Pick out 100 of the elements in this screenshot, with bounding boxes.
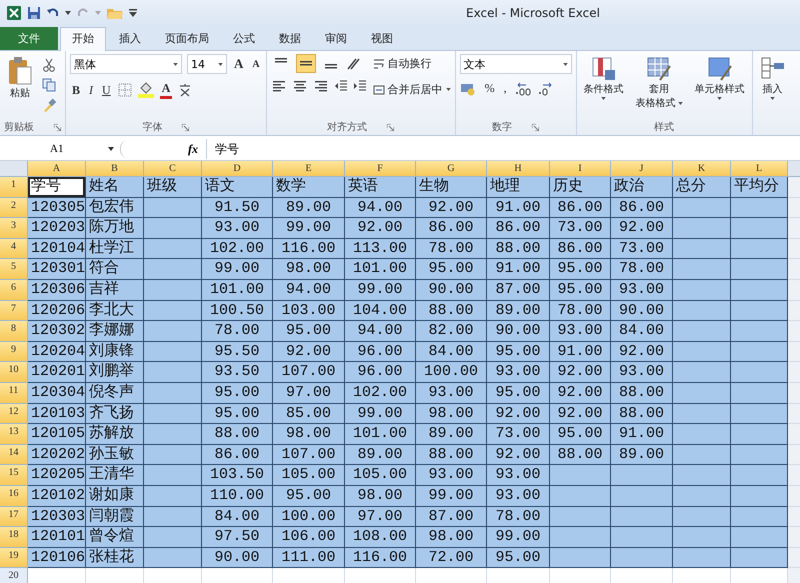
column-header[interactable]: J <box>611 161 673 177</box>
row-header[interactable]: 7 <box>0 300 28 322</box>
row-header[interactable]: 6 <box>0 280 28 301</box>
font-name-dropdown[interactable]: 黑体 <box>70 54 182 74</box>
cell-styles-button[interactable]: 单元格样式 <box>692 54 748 102</box>
column-header[interactable]: B <box>86 161 144 177</box>
table-cell: 120105 <box>28 424 86 445</box>
ribbon-tab[interactable]: 审阅 <box>314 28 358 50</box>
row-header[interactable]: 10 <box>0 362 28 383</box>
row-header[interactable]: 3 <box>0 218 28 239</box>
table-cell: 120305 <box>28 198 86 218</box>
grow-font-button[interactable]: A <box>232 56 246 72</box>
table-cell: 99.00 <box>345 404 416 424</box>
table-cell: 政治 <box>611 177 673 198</box>
table-cell: 陈万地 <box>86 218 144 239</box>
table-cell: 91.00 <box>550 342 611 362</box>
table-cell: 100.50 <box>202 300 273 322</box>
row-header[interactable]: 15 <box>0 465 28 486</box>
percent-button[interactable]: % <box>482 81 497 96</box>
table-cell: 116.00 <box>273 238 345 260</box>
row-header[interactable]: 13 <box>0 424 28 445</box>
table-cell: 98.00 <box>273 424 345 445</box>
conditional-format-button[interactable]: 条件格式 <box>580 54 627 102</box>
table-cell: 95.00 <box>487 342 550 362</box>
table-cell: 语文 <box>202 177 273 198</box>
row-header[interactable]: 11 <box>0 382 28 404</box>
row-header[interactable]: 5 <box>0 259 28 280</box>
column-header[interactable]: L <box>731 161 788 177</box>
table-cell: 116.00 <box>345 548 416 568</box>
row-header[interactable]: 8 <box>0 321 28 342</box>
ribbon-tab[interactable]: 数据 <box>268 28 312 50</box>
table-cell: 88.00 <box>611 404 673 424</box>
row-header[interactable]: 1 <box>0 177 28 198</box>
paste-button[interactable]: 粘贴 <box>4 54 36 102</box>
table-cell: 104.00 <box>345 300 416 322</box>
ribbon-tab[interactable]: 视图 <box>360 28 404 50</box>
table-cell: 95.00 <box>273 321 345 342</box>
row-header[interactable]: 16 <box>0 486 28 506</box>
formula-field[interactable]: 学号 <box>206 139 800 159</box>
ribbon-tab[interactable]: 公式 <box>222 28 266 50</box>
table-cell: 数学 <box>273 177 345 198</box>
table-cell: 86.00 <box>550 238 611 260</box>
table-cell: 李北大 <box>86 300 144 322</box>
insert-cells-button[interactable]: 插入 <box>756 54 789 102</box>
column-header[interactable]: C <box>144 161 202 177</box>
row-header[interactable]: 19 <box>0 548 28 568</box>
ribbon-tab[interactable]: 插入 <box>108 28 152 50</box>
table-cell: 101.00 <box>345 424 416 445</box>
ribbon-tab[interactable]: 页面布局 <box>154 28 220 50</box>
window-title: Excel - Microsoft Excel <box>466 6 600 20</box>
column-header[interactable]: F <box>345 161 416 177</box>
name-box[interactable]: A1 <box>0 140 120 158</box>
italic-button[interactable]: I <box>87 82 96 98</box>
table-cell: 120202 <box>28 444 86 466</box>
table-cell: 93.00 <box>550 321 611 342</box>
row-header[interactable]: 14 <box>0 444 28 466</box>
table-cell: 95.00 <box>202 382 273 404</box>
comma-button[interactable]: , <box>502 81 509 96</box>
column-header[interactable]: I <box>550 161 611 177</box>
table-cell: 78.00 <box>487 506 550 528</box>
bold-button[interactable]: B <box>70 82 82 98</box>
group-label: 样式 <box>654 120 674 134</box>
table-cell: 99.00 <box>416 486 487 506</box>
table-cell: 86.00 <box>611 198 673 218</box>
column-header[interactable]: H <box>487 161 550 177</box>
table-cell: 88.00 <box>487 238 550 260</box>
group-label: 数字 <box>492 120 512 134</box>
column-header[interactable]: K <box>673 161 731 177</box>
row-header[interactable]: 4 <box>0 238 28 260</box>
underline-button[interactable]: U <box>100 82 113 98</box>
table-cell: 90.00 <box>202 548 273 568</box>
ribbon-tab[interactable]: 开始 <box>60 27 106 51</box>
row-header[interactable]: 18 <box>0 527 28 548</box>
table-cell: 90.00 <box>416 280 487 301</box>
column-header[interactable]: G <box>416 161 487 177</box>
shrink-font-button[interactable]: A <box>250 58 262 70</box>
font-color-button[interactable]: A <box>160 81 172 99</box>
row-header[interactable]: 2 <box>0 198 28 218</box>
number-format-dropdown[interactable]: 文本 <box>460 54 572 74</box>
table-cell: 杜学江 <box>86 238 144 260</box>
group-label: 对齐方式 <box>327 120 368 134</box>
font-size-dropdown[interactable]: 14 <box>187 54 227 74</box>
table-cell: 89.00 <box>345 444 416 466</box>
column-header[interactable]: A <box>28 161 86 177</box>
wrap-text-button[interactable]: 自动换行 <box>372 54 451 73</box>
table-cell: 92.00 <box>611 218 673 239</box>
format-as-table-button[interactable]: 套用 表格格式 <box>632 54 686 112</box>
row-header[interactable]: 20 <box>0 568 28 583</box>
merge-center-button[interactable]: 合并后居中 <box>372 80 451 99</box>
ribbon-tab[interactable]: 文件 <box>0 27 58 50</box>
table-cell: 闫朝霞 <box>86 506 144 528</box>
row-header[interactable]: 17 <box>0 506 28 528</box>
insert-function-button[interactable]: fx <box>188 142 198 156</box>
column-header[interactable]: E <box>273 161 345 177</box>
row-header[interactable]: 9 <box>0 342 28 362</box>
column-header[interactable]: D <box>202 161 273 177</box>
table-cell: 97.00 <box>345 506 416 528</box>
row-header[interactable]: 12 <box>0 404 28 424</box>
table-cell: 刘康锋 <box>86 342 144 362</box>
table-cell: 历史 <box>550 177 611 198</box>
